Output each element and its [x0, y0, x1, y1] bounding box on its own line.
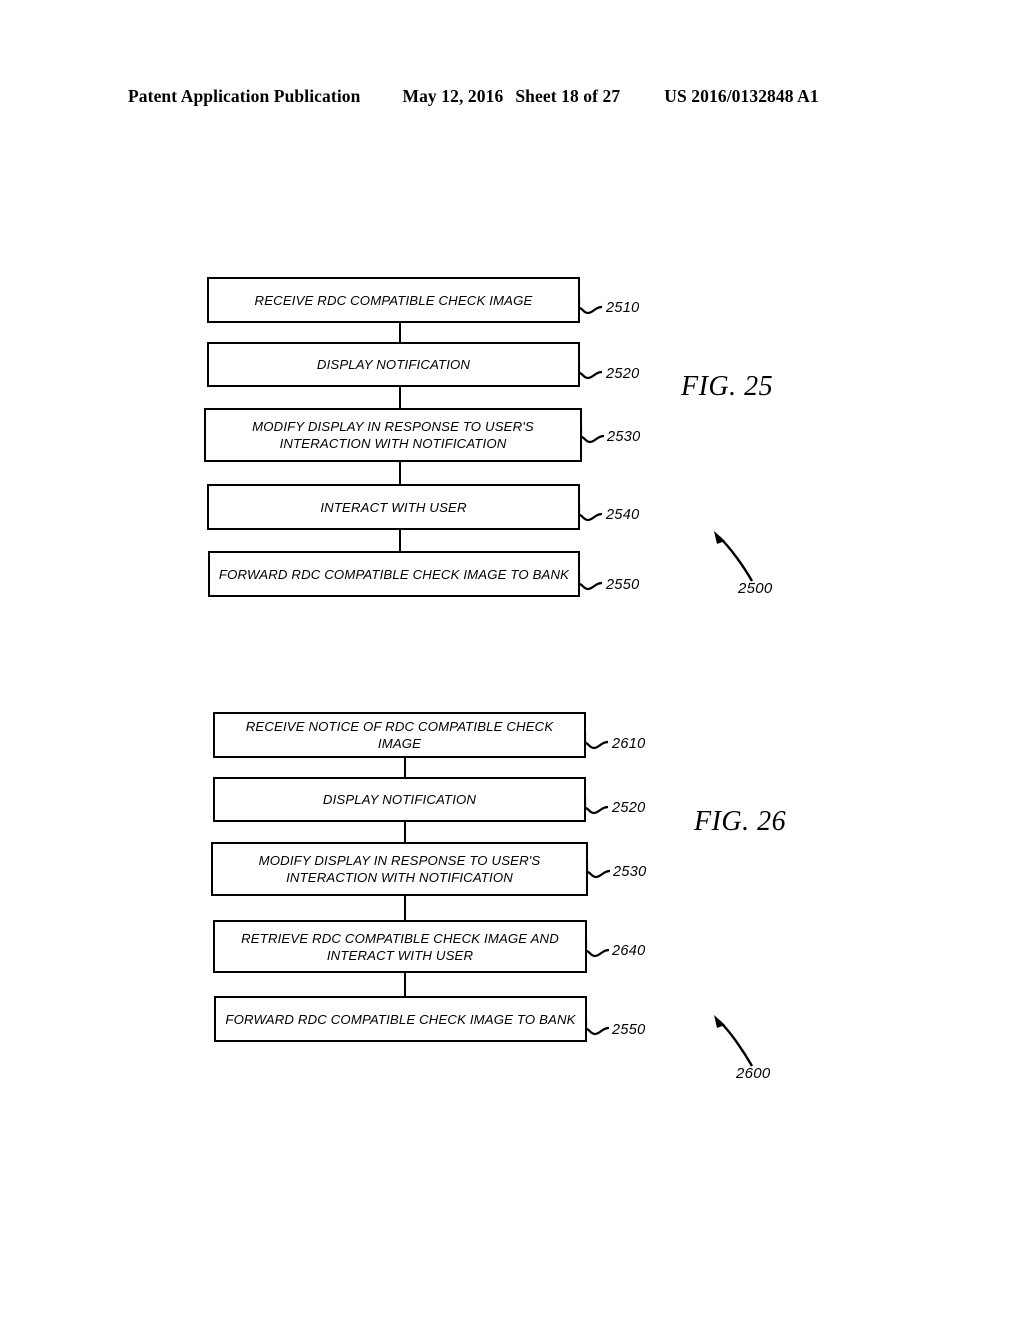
leader-line — [585, 941, 610, 958]
leader-line — [586, 862, 611, 879]
leader-line — [584, 733, 609, 750]
flow-step-label: FORWARD RDC COMPATIBLE CHECK IMAGE TO BA… — [218, 566, 570, 582]
ref-number-2530: 2530 — [607, 429, 641, 445]
ref-number-2520: 2520 — [606, 366, 640, 382]
flow-step-label: MODIFY DISPLAY IN RESPONSE TO USER'S INT… — [258, 853, 541, 885]
flow-step-label: RETRIEVE RDC COMPATIBLE CHECK IMAGE AND … — [241, 930, 559, 963]
ref-number-2640: 2640 — [612, 943, 646, 959]
figure-title-25: FIG. 25 — [681, 371, 774, 402]
figure-title-26: FIG. 26 — [694, 806, 787, 837]
flow-connector — [404, 896, 406, 920]
flow-connector — [404, 822, 406, 842]
flow-connector — [399, 462, 401, 484]
flow-step-label: MODIFY DISPLAY IN RESPONSE TO USER'S INT… — [252, 419, 534, 451]
flow-step-2520[interactable]: DISPLAY NOTIFICATION — [207, 342, 580, 387]
flow-step-label: RECEIVE RDC COMPATIBLE CHECK IMAGE — [254, 292, 533, 308]
ref-number-2510: 2510 — [606, 300, 640, 316]
flow-step-2540[interactable]: INTERACT WITH USER — [207, 484, 580, 530]
flow-connector — [404, 973, 406, 996]
figure-ref-2500: 2500 — [738, 580, 773, 597]
flow-step-label: RECEIVE NOTICE OF RDC COMPATIBLE CHECK I… — [245, 719, 554, 751]
flow-step-2530[interactable]: MODIFY DISPLAY IN RESPONSE TO USER'S INT… — [211, 842, 588, 896]
flow-step-2530[interactable]: MODIFY DISPLAY IN RESPONSE TO USER'S INT… — [204, 408, 582, 462]
publication-label: Patent Application Publication — [128, 86, 361, 106]
leader-line — [578, 574, 603, 591]
patent-number: US 2016/0132848 A1 — [664, 86, 819, 106]
flow-step-2510[interactable]: RECEIVE RDC COMPATIBLE CHECK IMAGE — [207, 277, 580, 323]
leader-line — [585, 1019, 610, 1036]
sheet-number: Sheet 18 of 27 — [515, 86, 621, 106]
flow-connector — [404, 758, 406, 777]
leader-line — [578, 298, 603, 315]
ref-number-2520: 2520 — [612, 800, 646, 816]
flow-step-2550[interactable]: FORWARD RDC COMPATIBLE CHECK IMAGE TO BA… — [208, 551, 580, 597]
flow-step-label: DISPLAY NOTIFICATION — [316, 357, 471, 372]
flow-step-2640[interactable]: RETRIEVE RDC COMPATIBLE CHECK IMAGE AND … — [213, 920, 587, 973]
patent-header: Patent Application Publication May 12, 2… — [128, 86, 896, 107]
leader-line — [578, 363, 603, 380]
flow-step-2520[interactable]: DISPLAY NOTIFICATION — [213, 777, 586, 822]
ref-number-2550: 2550 — [606, 577, 640, 593]
leader-line — [580, 427, 605, 444]
ref-number-2530: 2530 — [613, 864, 647, 880]
ref-number-2550: 2550 — [612, 1022, 646, 1038]
flow-connector — [399, 387, 401, 408]
publication-date: May 12, 2016 — [402, 86, 504, 106]
figure-callout-arrow — [714, 531, 754, 582]
figure-callout-arrow — [714, 1015, 754, 1067]
leader-line — [578, 505, 603, 522]
ref-number-2540: 2540 — [606, 507, 640, 523]
leader-line — [584, 798, 609, 815]
ref-number-2610: 2610 — [612, 736, 646, 752]
figure-ref-2600: 2600 — [736, 1065, 771, 1082]
flow-step-label: DISPLAY NOTIFICATION — [322, 792, 477, 807]
flow-step-2610[interactable]: RECEIVE NOTICE OF RDC COMPATIBLE CHECK I… — [213, 712, 586, 758]
flow-step-label: INTERACT WITH USER — [320, 499, 467, 515]
flow-step-label: FORWARD RDC COMPATIBLE CHECK IMAGE TO BA… — [225, 1011, 576, 1027]
flow-step-2550[interactable]: FORWARD RDC COMPATIBLE CHECK IMAGE TO BA… — [214, 996, 587, 1042]
flow-connector — [399, 530, 401, 551]
flow-connector — [399, 323, 401, 342]
